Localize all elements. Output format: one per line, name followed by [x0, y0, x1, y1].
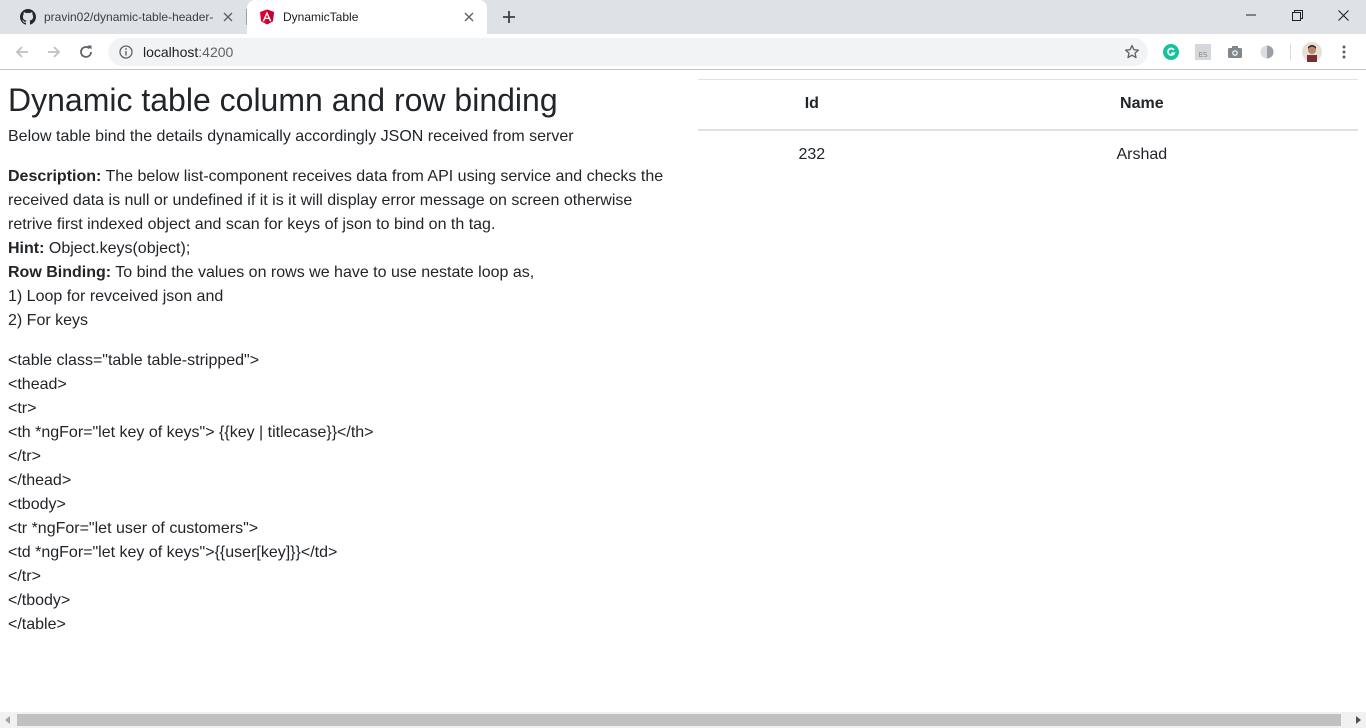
row-binding-label: Row Binding:	[8, 264, 112, 281]
table-body: 232 Arshad	[698, 130, 1358, 180]
description-label: Description:	[8, 168, 102, 185]
restore-icon	[1291, 9, 1303, 21]
table-row: 232 Arshad	[698, 130, 1358, 180]
scroll-left-button[interactable]	[0, 712, 16, 728]
page-subtitle: Below table bind the details dynamically…	[8, 128, 574, 145]
code-line: <tr>	[8, 400, 37, 417]
step-item: 1) Loop for revceived json and	[8, 288, 224, 305]
angular-icon	[259, 9, 275, 25]
code-line: </tr>	[8, 568, 41, 585]
code-sample: <table class="table table-stripped"> <th…	[8, 349, 678, 637]
camera-icon[interactable]	[1227, 44, 1243, 60]
arrow-left-icon	[15, 46, 28, 58]
hint-label: Hint:	[8, 240, 45, 257]
arrow-right-icon	[48, 46, 61, 58]
page-title: Dynamic table column and row binding	[8, 82, 558, 118]
table-header-row: Id Name	[698, 79, 1358, 131]
info-icon[interactable]	[118, 44, 134, 60]
browser-toolbar: localhost:4200 ES	[0, 34, 1366, 70]
extension-circle-icon[interactable]	[1259, 44, 1275, 60]
code-line: <table class="table table-stripped">	[8, 352, 260, 369]
row-binding-text: To bind the values on rows we have to us…	[111, 264, 535, 281]
caret-left-icon	[5, 716, 10, 724]
tab-dynamictable[interactable]: DynamicTable	[247, 0, 487, 34]
minimize-icon	[1246, 14, 1256, 16]
table-cell-id: 232	[798, 146, 826, 163]
code-line: </tr>	[8, 448, 41, 465]
menu-dots-icon[interactable]	[1336, 44, 1352, 60]
minimize-button[interactable]	[1228, 0, 1274, 30]
code-line: <th *ngFor="let key of keys"> {{key | ti…	[8, 424, 374, 441]
column-header-id: Id	[698, 79, 926, 131]
address-bar[interactable]: localhost:4200	[108, 38, 1148, 66]
grammarly-icon[interactable]	[1163, 44, 1179, 60]
code-line: <tr *ngFor="let user of customers">	[8, 520, 259, 537]
code-line: </tbody>	[8, 592, 71, 609]
url-host: localhost	[143, 44, 199, 60]
tab-title: DynamicTable	[283, 10, 359, 24]
code-line: </thead>	[8, 472, 72, 489]
tab-title: pravin02/dynamic-table-header-	[44, 10, 214, 24]
tab-strip: pravin02/dynamic-table-header- DynamicTa…	[0, 0, 1366, 34]
column-header-name: Name	[925, 79, 1358, 131]
reload-icon	[80, 45, 92, 58]
description-paragraph: Description: The below list-component re…	[8, 165, 678, 237]
toolbar-divider	[1290, 44, 1291, 60]
close-icon[interactable]	[220, 9, 236, 25]
left-column: Dynamic table column and row binding Bel…	[8, 81, 678, 637]
github-icon	[20, 9, 36, 25]
plus-icon	[503, 11, 515, 23]
customer-table-container: Id Name 232 Arshad	[698, 79, 1358, 180]
code-line: </table>	[8, 616, 66, 633]
reload-button[interactable]	[72, 38, 100, 66]
row-binding-paragraph: Row Binding: To bind the values on rows …	[8, 261, 678, 285]
avatar[interactable]	[1302, 42, 1322, 62]
table-cell-name: Arshad	[1116, 146, 1168, 163]
hint-paragraph: Hint: Object.keys(object);	[8, 237, 678, 261]
url-text: localhost:4200	[143, 44, 233, 60]
code-line: <td *ngFor="let key of keys">{{user[key]…	[8, 544, 338, 561]
caret-right-icon	[1356, 716, 1361, 724]
url-port: :4200	[198, 44, 234, 60]
svg-text:ES: ES	[1199, 51, 1208, 59]
customer-table: Id Name 232 Arshad	[698, 79, 1358, 180]
back-button[interactable]	[8, 38, 36, 66]
close-icon	[1337, 9, 1349, 21]
close-icon[interactable]	[461, 9, 477, 25]
scrollbar-thumb[interactable]	[17, 714, 1341, 726]
code-line: <tbody>	[8, 496, 66, 513]
tab-github[interactable]: pravin02/dynamic-table-header-	[8, 0, 246, 34]
step-item: 2) For keys	[8, 312, 89, 329]
horizontal-scrollbar[interactable]	[0, 712, 1366, 728]
scroll-right-button[interactable]	[1350, 712, 1366, 728]
code-line: <thead>	[8, 376, 67, 393]
new-tab-button[interactable]	[497, 5, 521, 29]
description-text: The below list-component receives data f…	[8, 168, 664, 233]
hint-text: Object.keys(object);	[44, 240, 191, 257]
description-block: Description: The below list-component re…	[8, 165, 678, 333]
restore-button[interactable]	[1274, 0, 1320, 30]
close-window-button[interactable]	[1320, 0, 1366, 30]
table-head: Id Name	[698, 79, 1358, 131]
forward-button[interactable]	[40, 38, 68, 66]
extension-es-icon[interactable]: ES	[1195, 44, 1211, 60]
star-icon[interactable]	[1124, 44, 1140, 60]
page-content: Dynamic table column and row binding Bel…	[0, 71, 1366, 712]
